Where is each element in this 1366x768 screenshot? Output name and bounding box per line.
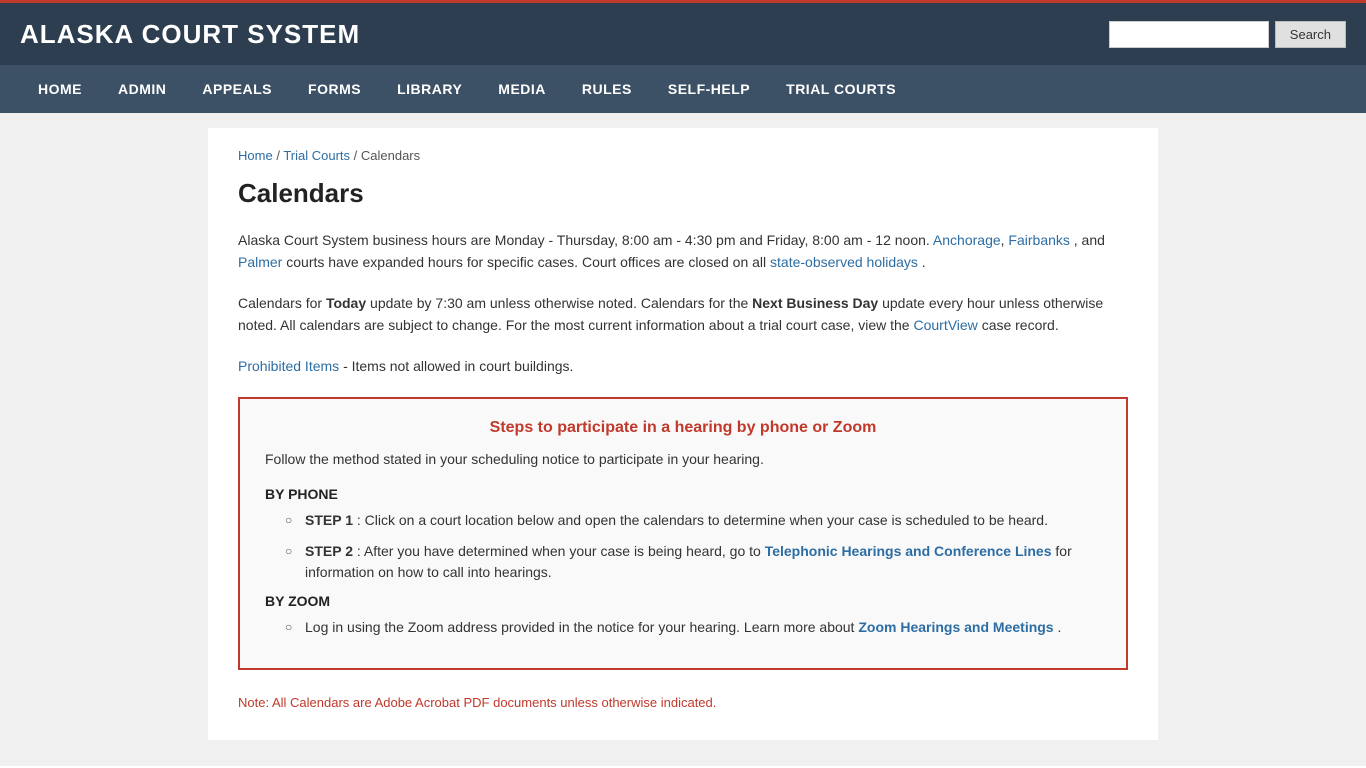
page-wrapper: Home / Trial Courts / Calendars Calendar… [0,113,1366,766]
para1-text3: . [922,254,926,270]
holidays-link[interactable]: state-observed holidays [770,254,918,270]
nav-item-home[interactable]: HOME [20,65,100,113]
nav-item-forms[interactable]: FORMS [290,65,379,113]
breadcrumb: Home / Trial Courts / Calendars [238,148,1128,163]
breadcrumb-trial-courts[interactable]: Trial Courts [283,148,350,163]
site-title: ALASKA COURT SYSTEM [20,19,360,50]
search-form: Search [1109,21,1346,48]
para1-text1: Alaska Court System business hours are M… [238,232,930,248]
prohibited-items-para: Prohibited Items - Items not allowed in … [238,355,1128,377]
para1-and: , and [1074,232,1105,248]
telephonic-link[interactable]: Telephonic Hearings and Conference Lines [765,543,1052,559]
zoom-text1: Log in using the Zoom address provided i… [305,619,854,635]
steps-intro: Follow the method stated in your schedul… [265,449,1101,470]
step1-item: STEP 1 : Click on a court location below… [285,510,1101,531]
step2-label: STEP 2 [305,543,353,559]
nav-item-media[interactable]: MEDIA [480,65,564,113]
calendars-para: Calendars for Today update by 7:30 am un… [238,292,1128,337]
nav-item-library[interactable]: LIBRARY [379,65,480,113]
breadcrumb-home[interactable]: Home [238,148,273,163]
step1-text: : Click on a court location below and op… [357,512,1048,528]
courtview-link[interactable]: CourtView [913,317,977,333]
prohibited-text: - Items not allowed in court buildings. [343,358,573,374]
main-nav: HOMEADMINAPPEALSFORMSLIBRARYMEDIARULESSE… [0,65,1366,113]
step1-label: STEP 1 [305,512,353,528]
content-area: Home / Trial Courts / Calendars Calendar… [208,128,1158,740]
page-title: Calendars [238,178,1128,209]
nav-item-appeals[interactable]: APPEALS [184,65,290,113]
nbd-label: Next Business Day [752,295,878,311]
anchorage-link[interactable]: Anchorage [933,232,1001,248]
zoom-hearings-link[interactable]: Zoom Hearings and Meetings [858,619,1053,635]
para1-text2: courts have expanded hours for specific … [286,254,766,270]
search-input[interactable] [1109,21,1269,48]
para2-text4: case record. [982,317,1059,333]
steps-title: Steps to participate in a hearing by pho… [265,419,1101,437]
steps-box: Steps to participate in a hearing by pho… [238,397,1128,670]
breadcrumb-current: Calendars [361,148,420,163]
nav-item-trial-courts[interactable]: TRIAL COURTS [768,65,914,113]
para2-text2: update by 7:30 am unless otherwise noted… [370,295,748,311]
para2-text1: Calendars for [238,295,322,311]
step2-text1: : After you have determined when your ca… [357,543,761,559]
step2-item: STEP 2 : After you have determined when … [285,541,1101,583]
by-zoom-title: BY ZOOM [265,593,1101,609]
bottom-note: Note: All Calendars are Adobe Acrobat PD… [238,690,1128,710]
zoom-item: Log in using the Zoom address provided i… [285,617,1101,638]
nav-item-admin[interactable]: ADMIN [100,65,184,113]
search-button[interactable]: Search [1275,21,1346,48]
intro-para: Alaska Court System business hours are M… [238,229,1128,274]
zoom-text2: . [1057,619,1061,635]
site-header: ALASKA COURT SYSTEM Search [0,0,1366,65]
phone-steps: STEP 1 : Click on a court location below… [285,510,1101,583]
palmer-link[interactable]: Palmer [238,254,282,270]
nav-item-self-help[interactable]: SELF-HELP [650,65,768,113]
by-phone-title: BY PHONE [265,486,1101,502]
fairbanks-link[interactable]: Fairbanks [1008,232,1069,248]
nav-item-rules[interactable]: RULES [564,65,650,113]
zoom-steps: Log in using the Zoom address provided i… [285,617,1101,638]
prohibited-items-link[interactable]: Prohibited Items [238,358,339,374]
today-label: Today [326,295,366,311]
